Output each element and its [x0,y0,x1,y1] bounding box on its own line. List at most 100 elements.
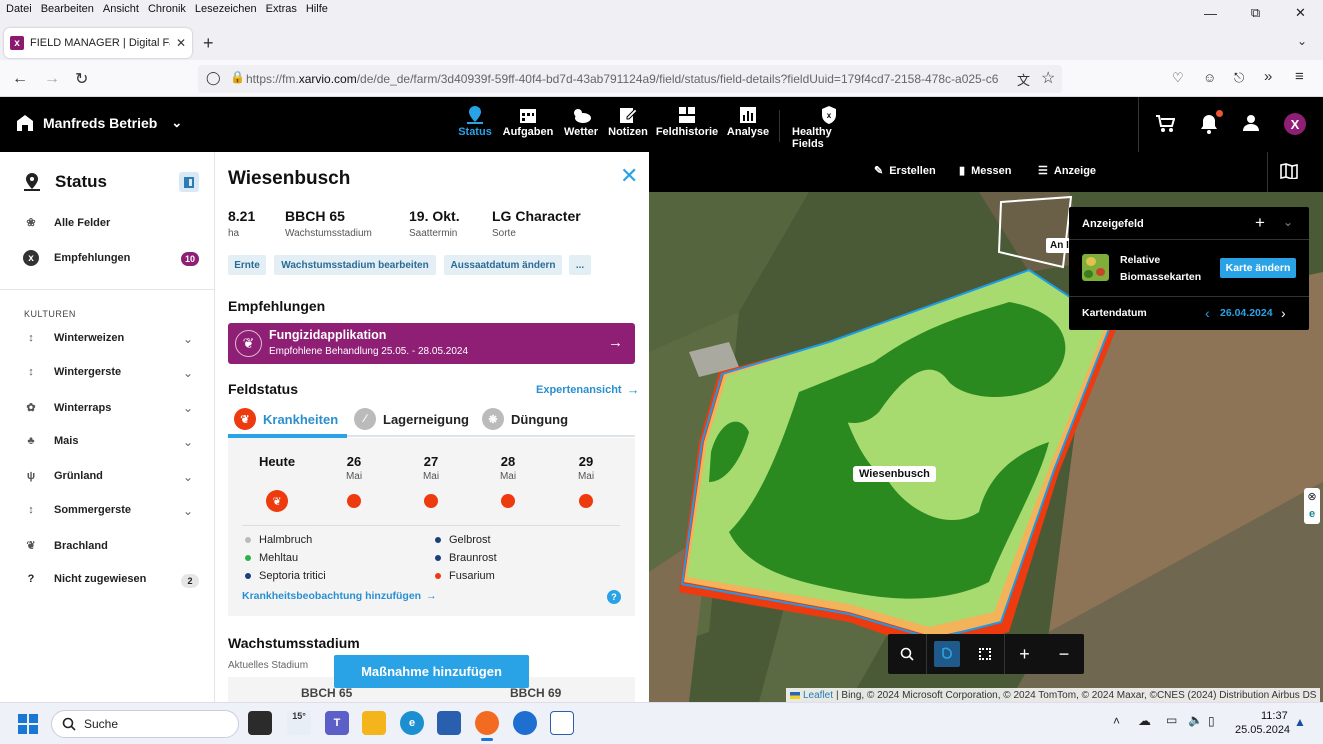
tab-list-icon[interactable]: ⌄ [1297,34,1307,48]
clock-time[interactable]: 11:37 [1261,710,1288,722]
chevron-down-icon[interactable]: ⌄ [183,470,193,484]
pocket-icon[interactable]: ♡ [1172,70,1184,86]
harvest-button[interactable]: Ernte [228,255,266,275]
nav-feldhistorie[interactable]: Feldhistorie [656,104,718,138]
today-risk-icon[interactable]: ❦ [266,490,288,512]
risk-dot[interactable] [579,494,593,508]
extensions-icon[interactable]: ⎋ [1234,70,1244,86]
notification-center-icon[interactable]: ▲ [1294,715,1306,729]
bookmark-star-icon[interactable]: ☆ [1041,68,1055,88]
nav-notizen[interactable]: Notizen [608,104,648,138]
tab-krankheiten[interactable]: ❦ Krankheiten [234,408,338,430]
sidebar-item-empfehlungen[interactable]: x Empfehlungen [22,250,130,266]
nav-status[interactable]: Status [457,104,493,138]
add-measure-button[interactable]: Maßnahme hinzufügen [334,655,529,688]
file-explorer-icon[interactable] [362,711,386,735]
edit-sowing-date-button[interactable]: Aussaatdatum ändern [444,255,562,275]
battery-icon[interactable]: ▯ [1208,714,1215,728]
risk-dot[interactable] [424,494,438,508]
chevron-down-icon[interactable]: ⌄ [183,332,193,346]
cloud-icon[interactable]: ☁ [1138,713,1151,729]
show-hidden-icons[interactable]: ˄ [1113,714,1120,728]
search-map-icon[interactable] [888,634,926,674]
taskbar-search[interactable]: Suche [51,710,239,738]
chevron-down-icon[interactable]: ⌄ [183,401,193,415]
box-select-icon[interactable] [966,634,1004,674]
nav-analyse[interactable]: Analyse [727,104,769,138]
help-icon[interactable]: ? [607,590,621,604]
notification-bell-icon[interactable] [1200,114,1218,134]
menu-hilfe[interactable]: Hilfe [306,3,328,15]
user-icon[interactable] [1242,114,1260,132]
nav-wetter[interactable]: Wetter [561,104,601,138]
chevron-down-icon[interactable]: ⌄ [183,504,193,518]
store-icon[interactable] [437,711,461,735]
map-book-icon[interactable] [1280,163,1298,179]
measure-button[interactable]: ▮ Messen [959,164,1011,178]
cart-icon[interactable] [1155,115,1175,133]
network-icon[interactable]: ▭ [1166,713,1177,727]
teams-icon[interactable]: T [325,711,349,735]
menu-bearbeiten[interactable]: Bearbeiten [41,3,94,15]
url-field[interactable]: https://fm. xarvio.com/de/de_de/farm/3d40… [198,65,1062,93]
chevron-down-icon[interactable]: ⌄ [183,435,193,449]
back-icon[interactable]: ← [12,70,28,88]
next-date-icon[interactable]: › [1281,305,1286,321]
clock-date[interactable]: 25.05.2024 [1235,724,1290,736]
close-circle-icon[interactable]: ⊗ [1304,488,1320,505]
tab-duengung[interactable]: ❋ Düngung [482,408,568,430]
e-icon[interactable]: e [1304,505,1320,522]
windows-start-icon[interactable] [18,714,38,734]
lasso-select-icon[interactable] [926,634,966,674]
nav-aufgaben[interactable]: Aufgaben [503,104,553,138]
farm-selector[interactable]: Manfreds Betrieb ⌄ [15,108,182,138]
browser-tab[interactable]: x FIELD MANAGER | Digital Farm ✕ [4,28,192,58]
collapse-sidebar-icon[interactable] [179,172,199,192]
recommendation-card[interactable]: ❦ Fungizidapplikation Empfohlene Behandl… [228,323,635,364]
add-observation-link[interactable]: Krankheitsbeobachtung hinzufügen → [242,590,437,602]
sidebar-item-nicht-zugewiesen[interactable]: ? Nicht zugewiesen [22,573,147,585]
avatar[interactable]: X [1284,113,1306,135]
new-tab-icon[interactable]: + [203,33,214,54]
weather-widget-icon[interactable]: 15° [287,711,311,735]
tab-lagerneigung[interactable]: ∕ Lagerneigung [354,408,469,430]
nav-healthy-fields[interactable]: x Healthy Fields [792,104,866,150]
lock-icon[interactable]: 🔒 [230,70,245,84]
more-tools-icon[interactable]: » [1264,68,1272,85]
hamburger-menu-icon[interactable]: ≡ [1295,68,1304,85]
change-map-button[interactable]: Karte ändern [1220,258,1296,278]
chevron-down-icon[interactable]: ⌄ [1283,215,1293,229]
task-view-icon[interactable] [248,711,272,735]
field-label[interactable]: Wiesenbusch [853,466,936,482]
thunderbird-icon[interactable] [513,711,537,735]
chevron-down-icon[interactable]: ⌄ [183,366,193,380]
more-actions-button[interactable]: ... [569,255,591,275]
menu-ansicht[interactable]: Ansicht [103,3,139,15]
sidebar-item-gruenland[interactable]: ψ Grünland [22,470,103,482]
edit-growth-stage-button[interactable]: Wachstumsstadium bearbeiten [274,255,436,275]
firefox-icon[interactable] [475,711,499,735]
close-tab-icon[interactable]: ✕ [176,36,186,50]
forward-icon[interactable]: → [44,70,60,88]
close-panel-icon[interactable]: ✕ [620,163,638,189]
risk-dot[interactable] [347,494,361,508]
sidebar-item-sommergerste[interactable]: ↕ Sommergerste [22,504,131,516]
sidebar-item-brachland[interactable]: ❦ Brachland [22,539,107,553]
leaflet-link[interactable]: Leaflet [803,690,833,701]
create-button[interactable]: ✎ Erstellen [874,164,936,178]
snipping-tool-icon[interactable] [550,711,574,735]
zoom-in-icon[interactable]: + [1004,634,1044,674]
shield-icon[interactable]: ◯ [206,70,221,86]
menu-extras[interactable]: Extras [266,3,297,15]
sidebar-item-alle-felder[interactable]: ❀ Alle Felder [22,216,110,230]
expert-view-link[interactable]: Expertenansicht → [536,382,640,397]
display-button[interactable]: ☰ Anzeige [1038,164,1096,178]
sidebar-item-winterweizen[interactable]: ↕ Winterweizen [22,332,124,344]
previous-date-icon[interactable]: ‹ [1205,305,1210,321]
sidebar-item-mais[interactable]: ♣ Mais [22,435,78,447]
add-layer-icon[interactable]: + [1255,213,1265,233]
volume-icon[interactable]: 🔈 [1188,713,1203,727]
sidebar-item-winterraps[interactable]: ✿ Winterraps [22,401,111,415]
risk-dot[interactable] [501,494,515,508]
account-icon[interactable]: ☺ [1203,70,1216,85]
